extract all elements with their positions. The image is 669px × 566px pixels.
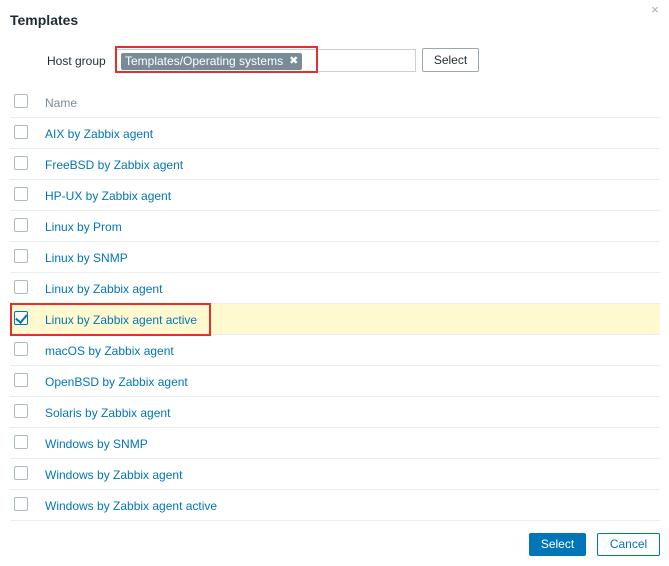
row-checkbox[interactable] xyxy=(14,466,28,480)
table-row: Linux by Zabbix agent xyxy=(10,273,660,304)
template-name-link[interactable]: Windows by Zabbix agent active xyxy=(45,499,217,513)
select-button[interactable]: Select xyxy=(529,533,586,556)
table-row: AIX by Zabbix agent xyxy=(10,118,660,149)
template-name-link[interactable]: HP-UX by Zabbix agent xyxy=(45,189,171,203)
table-row: Linux by Prom xyxy=(10,211,660,242)
row-checkbox[interactable] xyxy=(14,125,28,139)
cancel-button[interactable]: Cancel xyxy=(597,533,660,556)
host-group-chip: Templates/Operating systems ✖ xyxy=(121,53,303,70)
row-checkbox[interactable] xyxy=(14,156,28,170)
table-row: OpenBSD by Zabbix agent xyxy=(10,366,660,397)
table-row: Linux by Zabbix agent active xyxy=(10,304,660,335)
select-all-checkbox[interactable] xyxy=(14,94,28,108)
table-row: Linux by SNMP xyxy=(10,242,660,273)
table-header-row: Name xyxy=(10,87,660,118)
table-row: Solaris by Zabbix agent xyxy=(10,397,660,428)
table-row: macOS by Zabbix agent xyxy=(10,335,660,366)
host-group-select-button[interactable]: Select xyxy=(422,48,479,72)
template-name-link[interactable]: Linux by Prom xyxy=(45,220,122,234)
table-row: HP-UX by Zabbix agent xyxy=(10,180,660,211)
template-name-link[interactable]: Linux by SNMP xyxy=(45,251,128,265)
host-group-chip-label: Templates/Operating systems xyxy=(125,54,284,68)
templates-dialog: Templates × Host group Templates/Operati… xyxy=(0,0,669,566)
template-name-link[interactable]: Linux by Zabbix agent active xyxy=(45,313,197,327)
template-name-link[interactable]: AIX by Zabbix agent xyxy=(45,127,153,141)
row-checkbox[interactable] xyxy=(14,404,28,418)
table-row: Windows by SNMP xyxy=(10,428,660,459)
template-name-link[interactable]: Windows by SNMP xyxy=(45,437,148,451)
row-checkbox[interactable] xyxy=(14,435,28,449)
row-checkbox[interactable] xyxy=(14,280,28,294)
host-group-label: Host group xyxy=(47,54,106,68)
template-name-link[interactable]: Linux by Zabbix agent xyxy=(45,282,162,296)
row-checkbox[interactable] xyxy=(14,373,28,387)
row-checkbox[interactable] xyxy=(14,187,28,201)
dialog-title: Templates xyxy=(10,12,79,28)
row-checkbox[interactable] xyxy=(14,342,28,356)
templates-table: Name AIX by Zabbix agent FreeBSD by Zabbi… xyxy=(10,87,660,521)
chip-remove-icon[interactable]: ✖ xyxy=(289,53,298,70)
template-name-link[interactable]: FreeBSD by Zabbix agent xyxy=(45,158,183,172)
close-icon[interactable]: × xyxy=(648,3,662,17)
table-row: Windows by Zabbix agent xyxy=(10,459,660,490)
template-name-link[interactable]: Solaris by Zabbix agent xyxy=(45,406,170,420)
template-name-link[interactable]: macOS by Zabbix agent xyxy=(45,344,174,358)
column-header-name: Name xyxy=(45,96,78,110)
host-group-filter: Host group Templates/Operating systems ✖… xyxy=(0,48,669,74)
row-checkbox[interactable] xyxy=(14,218,28,232)
host-group-multiselect[interactable]: Templates/Operating systems ✖ xyxy=(116,49,416,72)
row-checkbox[interactable] xyxy=(14,249,28,263)
table-row: FreeBSD by Zabbix agent xyxy=(10,149,660,180)
table-row: Windows by Zabbix agent active xyxy=(10,490,660,521)
template-name-link[interactable]: Windows by Zabbix agent xyxy=(45,468,182,482)
row-checkbox[interactable] xyxy=(14,311,28,325)
row-checkbox[interactable] xyxy=(14,497,28,511)
template-name-link[interactable]: OpenBSD by Zabbix agent xyxy=(45,375,188,389)
